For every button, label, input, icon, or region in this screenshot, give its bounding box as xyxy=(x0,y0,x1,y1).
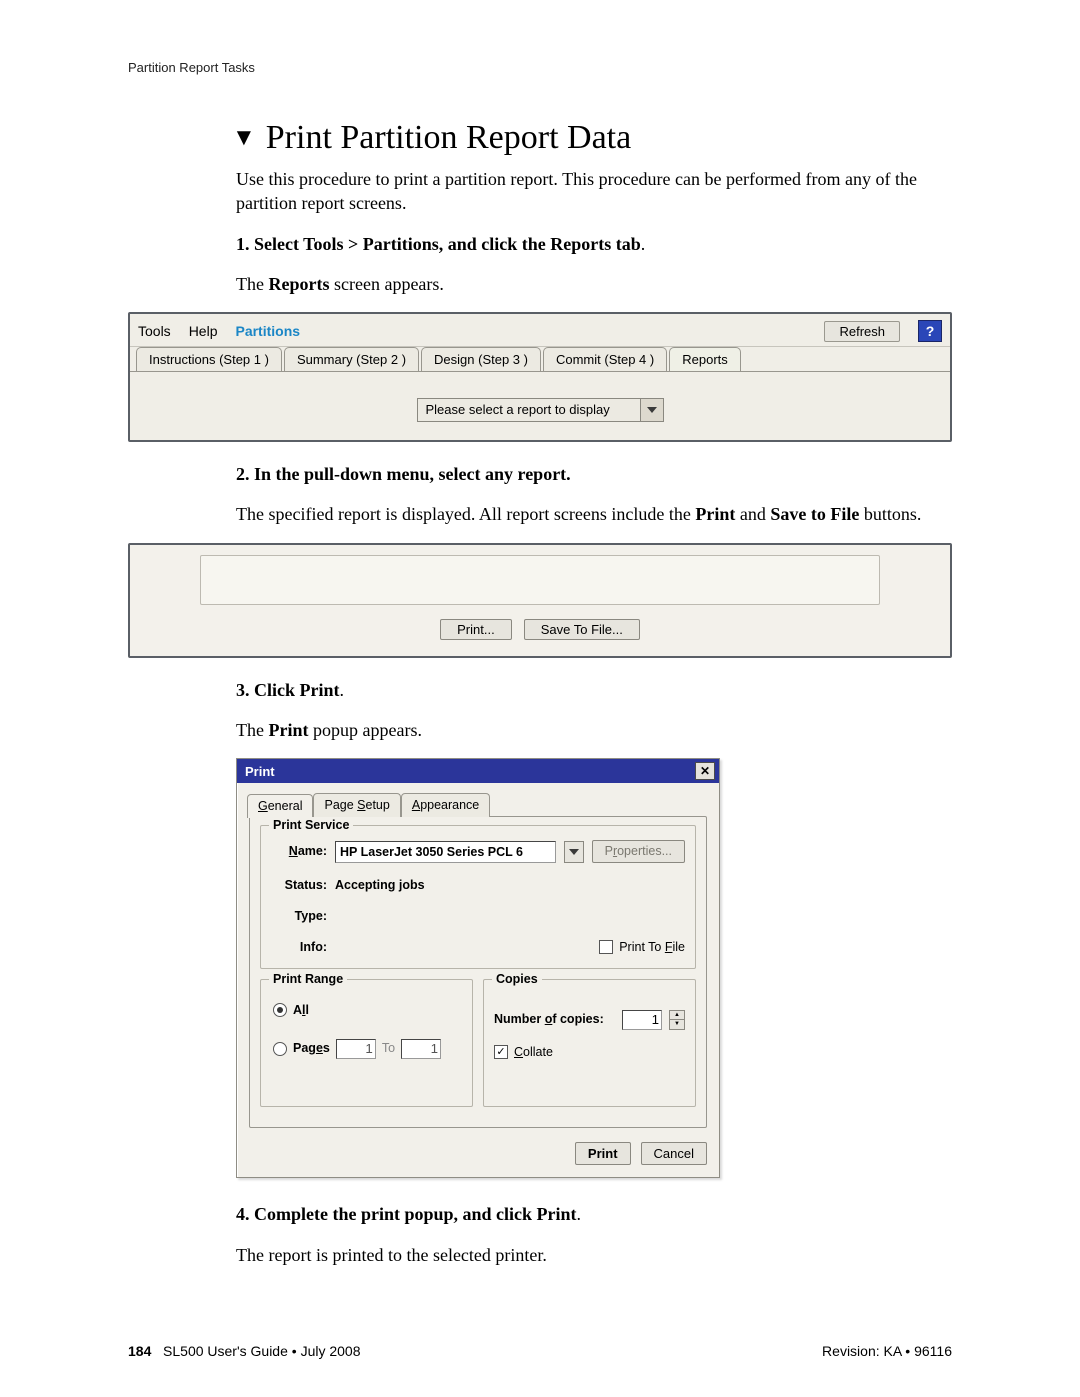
tab-page-setup[interactable]: Page Setup xyxy=(313,793,400,817)
report-select-combo[interactable]: Please select a report to display xyxy=(417,398,664,422)
range-pages-radio[interactable]: Pages To xyxy=(273,1039,460,1059)
report-panel-screenshot: Print... Save To File... xyxy=(128,543,952,658)
step-2-instruction: In the pull-down menu, select any report… xyxy=(254,464,571,484)
dialog-titlebar: Print ✕ xyxy=(237,759,719,783)
report-panel-body xyxy=(200,555,880,605)
close-icon[interactable]: ✕ xyxy=(695,762,715,780)
status-value: Accepting jobs xyxy=(335,877,425,894)
tab-design[interactable]: Design (Step 3 ) xyxy=(421,347,541,371)
disclosure-triangle-icon: ▼ xyxy=(232,125,256,152)
reports-screen-screenshot: Tools Help Partitions Refresh ? Instruct… xyxy=(128,312,952,442)
print-dialog: Print ✕ General Page Setup Appearance Pr… xyxy=(236,758,720,1178)
dialog-title: Print xyxy=(245,763,275,781)
spin-down-icon: ▼ xyxy=(670,1020,684,1029)
properties-button[interactable]: Properties... xyxy=(592,840,685,863)
tab-instructions[interactable]: Instructions (Step 1 ) xyxy=(136,347,282,371)
step-1-instruction: Select Tools > Partitions, and click the… xyxy=(254,234,641,254)
step-1-number: 1. xyxy=(236,234,250,254)
group-title-print-range: Print Range xyxy=(269,971,347,988)
spin-up-icon: ▲ xyxy=(670,1011,684,1021)
checkbox-icon xyxy=(599,940,613,954)
tab-bar: Instructions (Step 1 ) Summary (Step 2 )… xyxy=(130,347,950,371)
group-title-print-service: Print Service xyxy=(269,817,353,834)
group-title-copies: Copies xyxy=(492,971,542,988)
running-head: Partition Report Tasks xyxy=(128,60,952,75)
step-3: 3. Click Print. The Print popup appears. xyxy=(236,678,952,743)
pages-from-input[interactable] xyxy=(336,1039,376,1059)
label-type: Type: xyxy=(271,908,327,925)
pages-to-input[interactable] xyxy=(401,1039,441,1059)
footer-left-text: SL500 User's Guide • July 2008 xyxy=(163,1343,360,1359)
checkbox-icon xyxy=(494,1045,508,1059)
page-footer: 184 SL500 User's Guide • July 2008 Revis… xyxy=(128,1343,952,1359)
chevron-down-icon[interactable] xyxy=(564,841,584,863)
footer-right-text: Revision: KA • 96116 xyxy=(822,1343,952,1359)
collate-checkbox[interactable]: Collate xyxy=(494,1044,685,1061)
menu-tools[interactable]: Tools xyxy=(138,323,171,339)
spin-buttons[interactable]: ▲▼ xyxy=(669,1010,685,1030)
menu-help[interactable]: Help xyxy=(189,323,218,339)
label-status: Status: xyxy=(271,877,327,894)
print-service-group: Print Service Name: HP LaserJet 3050 Ser… xyxy=(260,825,696,969)
tab-commit[interactable]: Commit (Step 4 ) xyxy=(543,347,667,371)
section-title: ▼ Print Partition Report Data xyxy=(232,119,952,157)
combo-selected-value: Please select a report to display xyxy=(418,399,640,421)
section-title-text: Print Partition Report Data xyxy=(266,119,631,157)
step-3-instruction: Click Print xyxy=(254,680,340,700)
tab-reports[interactable]: Reports xyxy=(669,347,741,371)
dialog-cancel-button[interactable]: Cancel xyxy=(641,1142,707,1166)
label-info: Info: xyxy=(271,939,327,956)
help-icon[interactable]: ? xyxy=(918,320,942,342)
step-4-number: 4. xyxy=(236,1204,250,1224)
menubar: Tools Help Partitions Refresh ? xyxy=(130,314,950,347)
save-to-file-button[interactable]: Save To File... xyxy=(524,619,640,640)
step-3-number: 3. xyxy=(236,680,250,700)
refresh-button[interactable]: Refresh xyxy=(824,321,900,342)
menu-partitions[interactable]: Partitions xyxy=(235,323,300,339)
print-to-file-checkbox[interactable]: Print To File xyxy=(599,939,685,956)
label-name: Name: xyxy=(271,843,327,860)
page-number: 184 xyxy=(128,1343,151,1359)
radio-icon xyxy=(273,1042,287,1056)
page: Partition Report Tasks ▼ Print Partition… xyxy=(0,0,1080,1397)
step-4: 4. Complete the print popup, and click P… xyxy=(236,1202,952,1267)
intro-paragraph: Use this procedure to print a partition … xyxy=(236,167,952,216)
chevron-down-icon[interactable] xyxy=(640,399,663,421)
radio-icon xyxy=(273,1003,287,1017)
tab-appearance[interactable]: Appearance xyxy=(401,793,490,817)
step-1: 1. Select Tools > Partitions, and click … xyxy=(236,232,952,297)
dialog-print-button[interactable]: Print xyxy=(575,1142,631,1166)
label-to: To xyxy=(382,1040,395,1057)
dialog-tabs: General Page Setup Appearance xyxy=(247,793,707,817)
step-4-instruction: Complete the print popup, and click Prin… xyxy=(254,1204,577,1224)
tab-general[interactable]: General xyxy=(247,794,313,818)
copies-group: Copies Number of copies: ▲▼ Collate xyxy=(483,979,696,1107)
step-4-result: The report is printed to the selected pr… xyxy=(236,1243,952,1267)
step-2: 2. In the pull-down menu, select any rep… xyxy=(236,462,952,527)
range-all-radio[interactable]: All xyxy=(273,1002,460,1019)
copies-input[interactable] xyxy=(622,1010,662,1030)
step-2-number: 2. xyxy=(236,464,250,484)
print-range-group: Print Range All Pages To xyxy=(260,979,473,1107)
print-button[interactable]: Print... xyxy=(440,619,512,640)
printer-name-input[interactable]: HP LaserJet 3050 Series PCL 6 xyxy=(335,841,556,863)
tab-summary[interactable]: Summary (Step 2 ) xyxy=(284,347,419,371)
